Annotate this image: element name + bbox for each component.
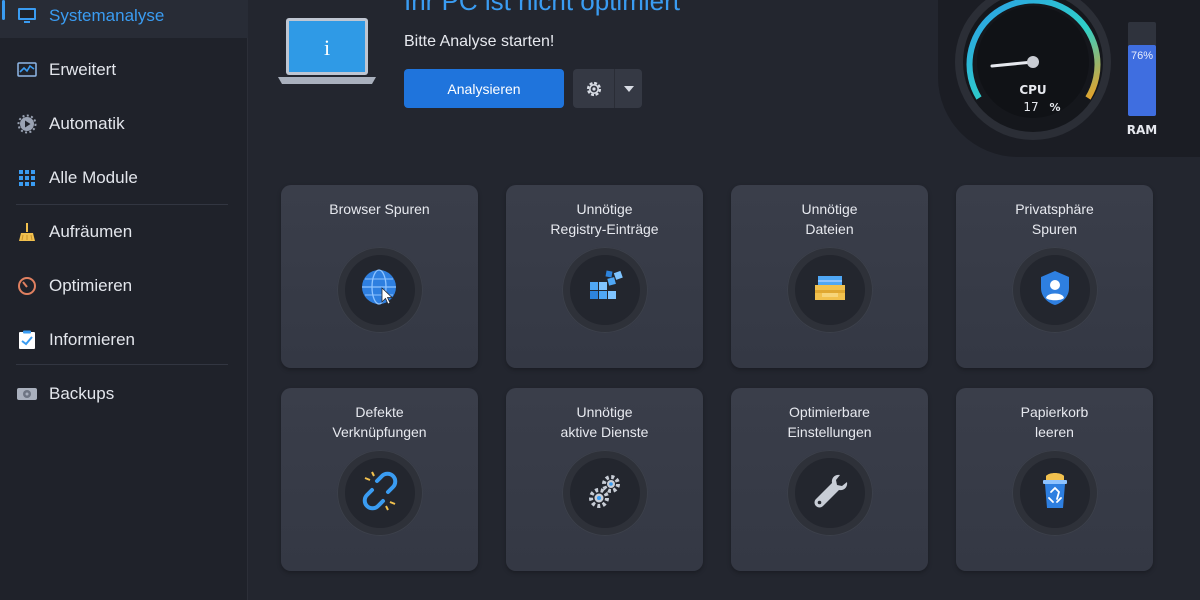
card-registry-eintraege[interactable]: Unnötige Registry-Einträge xyxy=(506,185,703,368)
gears-icon xyxy=(585,471,625,516)
cpu-label: CPU xyxy=(1019,83,1046,97)
svg-text:i: i xyxy=(324,35,330,60)
sidebar-item-label: Informieren xyxy=(49,330,135,349)
sidebar-item-label: Aufräumen xyxy=(49,222,133,241)
page-title: Ihr PC ist nicht optimiert xyxy=(404,0,680,16)
chart-icon xyxy=(16,59,38,81)
page-subtitle: Bitte Analyse starten! xyxy=(404,33,555,50)
sidebar-item-optimieren[interactable]: Optimieren xyxy=(0,264,248,308)
card-title: Defekte Verknüpfungen xyxy=(332,404,427,440)
card-optimierbare-einstellungen[interactable]: Optimierbare Einstellungen xyxy=(731,388,928,571)
sidebar: Systemanalyse Erweitert Automatik Alle M… xyxy=(0,0,248,600)
card-title: Unnötige aktive Dienste xyxy=(560,404,649,440)
cpu-unit: % xyxy=(1049,101,1060,114)
broken-link-icon xyxy=(360,471,400,516)
sidebar-item-label: Optimieren xyxy=(49,276,133,295)
globe-cursor-icon xyxy=(360,268,400,313)
recycle-bin-icon xyxy=(1035,471,1075,516)
sidebar-divider xyxy=(16,204,228,205)
cpu-gauge: CPU 17 % xyxy=(938,0,1200,160)
cpu-value: 17 xyxy=(1023,100,1038,114)
card-browser-spuren[interactable]: Browser Spuren xyxy=(281,185,478,368)
card-title: Privatsphäre Spuren xyxy=(1015,201,1094,237)
file-box-icon xyxy=(810,268,850,313)
card-title: Unnötige Registry-Einträge xyxy=(550,201,659,237)
analyze-button[interactable]: Analysieren xyxy=(404,69,564,108)
card-privatsphaere-spuren[interactable]: Privatsphäre Spuren xyxy=(956,185,1153,368)
sidebar-item-backups[interactable]: Backups xyxy=(0,372,248,416)
auto-gear-icon xyxy=(16,113,38,135)
card-title: Optimierbare Einstellungen xyxy=(787,404,872,440)
analyze-settings-button[interactable] xyxy=(573,69,642,108)
grid-icon xyxy=(16,167,38,189)
wrench-icon xyxy=(810,471,850,516)
sidebar-item-label: Alle Module xyxy=(49,168,138,187)
ram-value: 76% xyxy=(1130,50,1154,62)
main-content: i Ihr PC ist nicht optimiert Bitte Analy… xyxy=(248,0,1200,600)
chevron-down-icon[interactable] xyxy=(615,69,642,108)
sidebar-item-informieren[interactable]: Informieren xyxy=(0,318,248,362)
monitor-icon xyxy=(16,5,38,27)
broom-icon xyxy=(16,221,38,243)
clipboard-icon xyxy=(16,329,38,351)
sidebar-item-label: Erweitert xyxy=(49,60,117,79)
registry-blocks-icon xyxy=(585,268,625,313)
sidebar-divider xyxy=(16,364,228,365)
speedometer-icon xyxy=(16,275,38,297)
card-aktive-dienste[interactable]: Unnötige aktive Dienste xyxy=(506,388,703,571)
shield-user-icon xyxy=(1035,268,1075,313)
sidebar-item-erweitert[interactable]: Erweitert xyxy=(0,48,248,92)
ram-label: RAM xyxy=(1126,123,1158,137)
sidebar-item-label: Systemanalyse xyxy=(49,6,165,25)
laptop-info-icon: i xyxy=(278,14,376,91)
gear-icon[interactable] xyxy=(573,69,615,108)
card-title: Papierkorb leeren xyxy=(1020,404,1089,440)
card-unnoetige-dateien[interactable]: Unnötige Dateien xyxy=(731,185,928,368)
sidebar-item-systemanalyse[interactable]: Systemanalyse xyxy=(0,0,248,38)
sidebar-item-label: Backups xyxy=(49,384,115,403)
card-papierkorb-leeren[interactable]: Papierkorb leeren xyxy=(956,388,1153,571)
card-title: Unnötige Dateien xyxy=(801,201,858,237)
sidebar-item-automatik[interactable]: Automatik xyxy=(0,102,248,146)
card-defekte-verknuepfungen[interactable]: Defekte Verknüpfungen xyxy=(281,388,478,571)
sidebar-item-aufraeumen[interactable]: Aufräumen xyxy=(0,210,248,254)
sidebar-item-label: Automatik xyxy=(49,114,125,133)
drive-icon xyxy=(16,383,38,405)
sidebar-item-alle-module[interactable]: Alle Module xyxy=(0,156,248,200)
card-title: Browser Spuren xyxy=(329,201,430,217)
